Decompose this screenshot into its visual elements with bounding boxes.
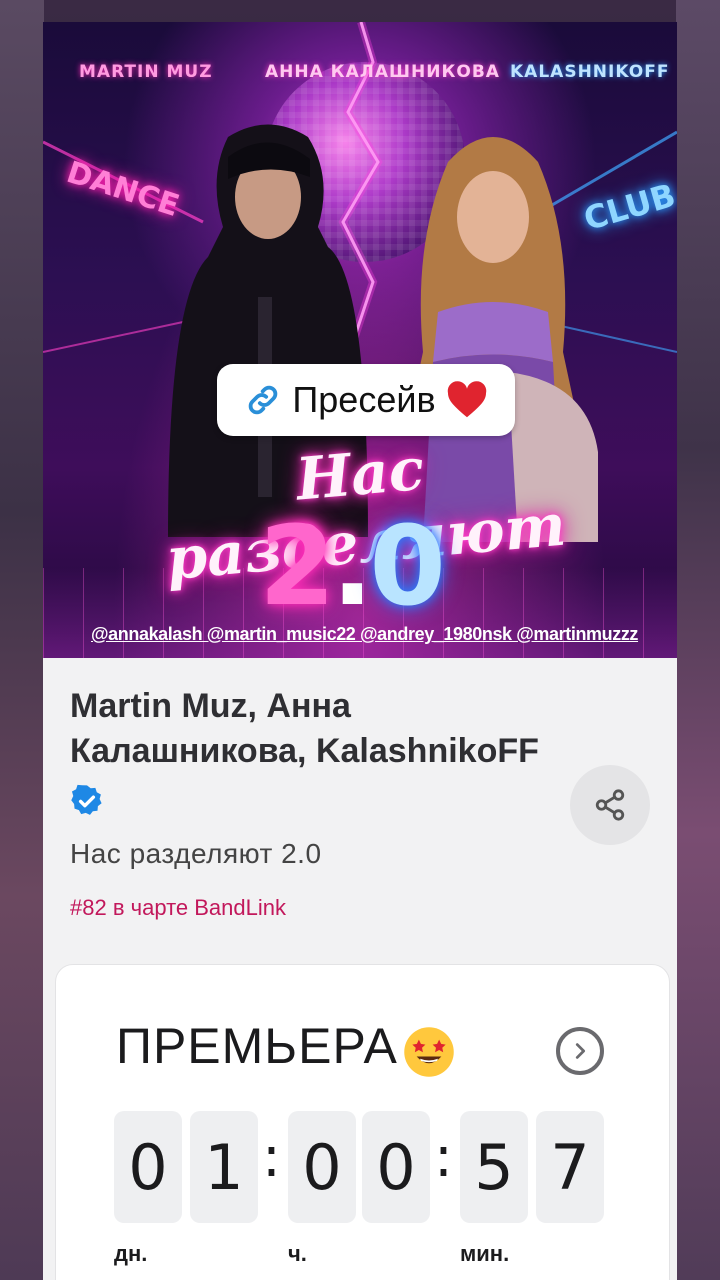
cover-version-dot: . [331,502,374,630]
countdown-digit-5: 5 [460,1111,528,1223]
cover-artist-tag-1: MARTIN MUZ [79,62,213,82]
presave-button[interactable]: Пресейв [217,364,515,436]
cover-art: MARTIN MUZ АННА КАЛАШНИКОВА KALASHNIKOFF… [43,22,677,658]
link-icon [249,385,278,415]
share-icon [595,789,625,821]
countdown-digit-1: 0 [114,1111,182,1223]
background-left [0,0,44,1280]
heart-icon [447,381,486,418]
countdown-separator-1: : [262,1125,281,1190]
countdown-separator-2: : [434,1125,453,1190]
background-right [676,0,720,1280]
release-card: MARTIN MUZ АННА КАЛАШНИКОВА KALASHNIKOFF… [43,22,677,1280]
countdown-digit-2: 1 [190,1111,258,1223]
cover-artist-tag-3: KALASHNIKOFF [510,62,670,82]
premiere-card: ПРЕМЬЕРА 0 1 : 0 0 : 5 7 дн. ч. мин. [55,964,670,1280]
cover-artist-tag-2: АННА КАЛАШНИКОВА [265,62,500,82]
verified-check-icon [71,784,102,815]
artist-names: Martin Muz, Анна Калашникова, Kalashniko… [70,687,539,770]
cover-handles: @annakalash @martin_music22 @andrey_1980… [91,624,639,644]
star-struck-emoji-icon [404,1027,454,1077]
countdown-unit-days: дн. [114,1241,148,1266]
countdown-digit-3: 0 [288,1111,356,1223]
cover-version-minor: 0 [369,502,446,630]
countdown-digit-6: 7 [536,1111,604,1223]
chart-position-link[interactable]: #82 в чарте BandLink [70,895,286,921]
premiere-arrow-button[interactable] [556,1027,604,1075]
countdown-digit-4: 0 [362,1111,430,1223]
chevron-right-icon [575,1043,586,1059]
cover-version-major: 2 [259,502,336,630]
track-title: Нас разделяют 2.0 [70,838,322,869]
cover-version: 2.0 [259,502,446,630]
presave-label: Пресейв [292,379,436,420]
countdown-unit-minutes: мин. [460,1241,510,1266]
premiere-title: ПРЕМЬЕРА [116,1018,398,1074]
share-button[interactable] [570,765,650,845]
countdown-unit-hours: ч. [288,1241,307,1266]
